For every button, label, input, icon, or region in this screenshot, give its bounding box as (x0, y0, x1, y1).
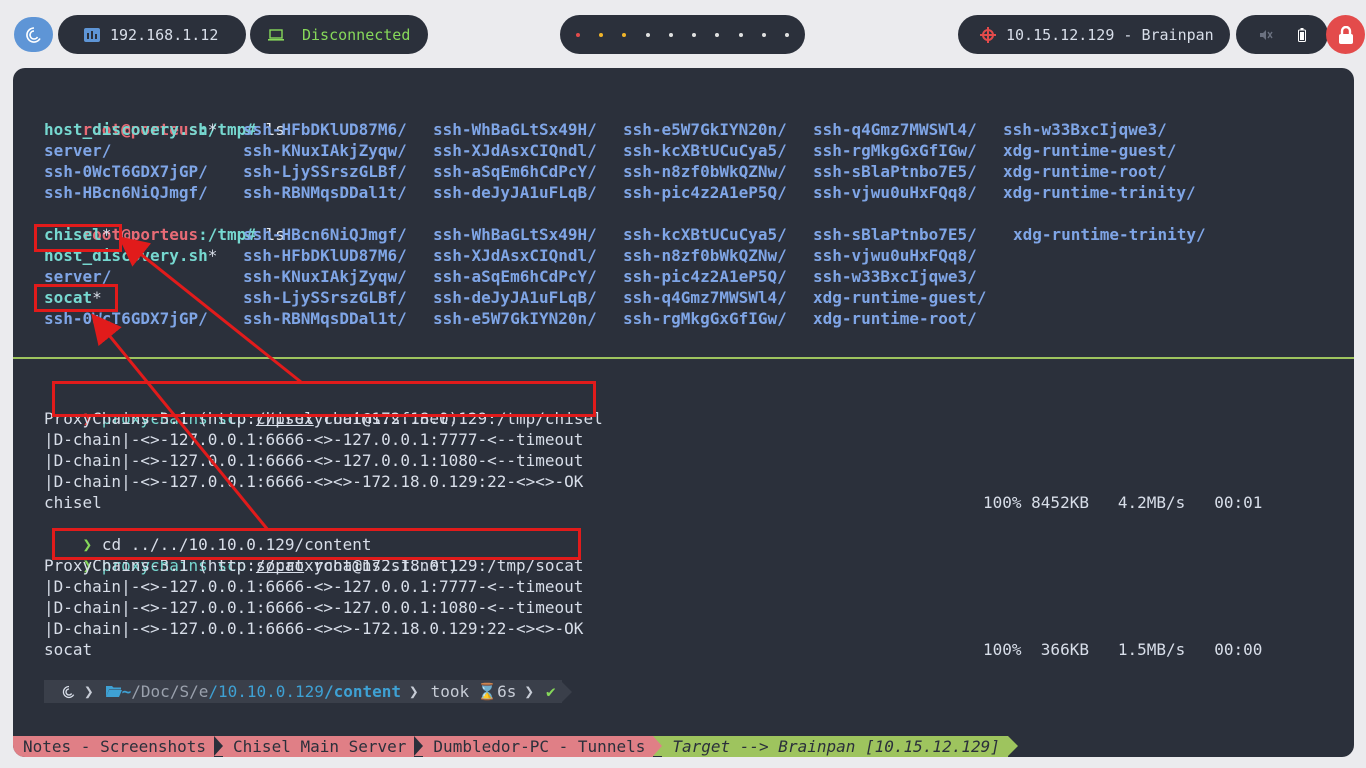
workspace-switcher[interactable] (560, 15, 805, 54)
workspace-dot-3[interactable] (622, 32, 627, 37)
debian-logo-icon (25, 26, 41, 43)
workspace-dot-7[interactable] (715, 32, 720, 37)
annotation-arrows (91, 236, 302, 531)
arrow-to-chisel (118, 236, 302, 384)
workspace-dot-2[interactable] (598, 32, 603, 37)
workspace-dot-4[interactable] (645, 32, 650, 37)
target-indicator[interactable]: 10.15.12.129 - Brainpan (958, 15, 1230, 54)
terminal-window[interactable]: root@porteus:/tmp# ls host_discovery.sh *… (13, 68, 1354, 757)
ip-indicator[interactable]: 192.168.1.12 (58, 15, 246, 54)
network-icon (84, 27, 100, 42)
workspace-dot-1[interactable] (575, 32, 580, 37)
lock-screen-button[interactable] (1326, 15, 1365, 54)
vpn-status-indicator[interactable]: Disconnected (250, 15, 428, 54)
arrow-to-socat (91, 313, 270, 531)
target-text: 10.15.12.129 - Brainpan (1006, 25, 1214, 44)
workspace-dot-6[interactable] (692, 32, 697, 37)
laptop-icon (268, 28, 284, 41)
system-tray[interactable] (1236, 15, 1328, 54)
workspace-dot-5[interactable] (668, 32, 673, 37)
lock-icon (1338, 25, 1353, 44)
battery-icon[interactable] (1297, 27, 1306, 42)
ip-address-text: 192.168.1.12 (110, 25, 219, 44)
vpn-status-text: Disconnected (302, 25, 411, 44)
crosshair-icon (980, 26, 996, 43)
workspace-dot-8[interactable] (738, 32, 743, 37)
volume-muted-icon[interactable] (1259, 29, 1273, 41)
workspace-dot-10[interactable] (785, 32, 790, 37)
debian-menu-button[interactable] (14, 17, 53, 52)
workspace-dot-9[interactable] (762, 32, 767, 37)
